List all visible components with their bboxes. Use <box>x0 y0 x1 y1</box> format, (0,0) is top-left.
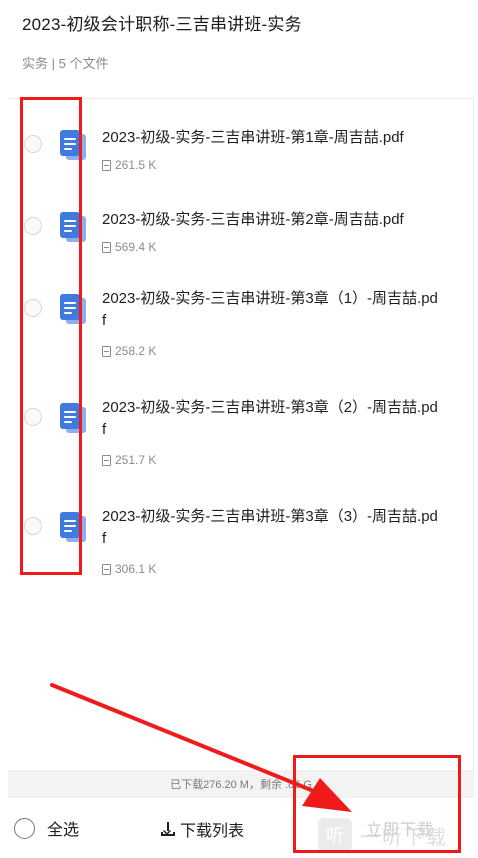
file-size-icon <box>102 563 111 575</box>
select-all-toggle[interactable]: 全选 <box>14 816 79 840</box>
file-size-icon <box>102 345 111 357</box>
file-size-icon <box>102 454 111 466</box>
file-name[interactable]: 2023-初级-实务-三吉串讲班-第1章-周吉喆.pdf <box>102 127 442 149</box>
download-icon <box>160 821 176 837</box>
file-size: 306.1 K <box>102 562 156 576</box>
file-name[interactable]: 2023-初级-实务-三吉串讲班-第3章（1）-周吉喆.pdf <box>102 288 442 332</box>
file-size-icon <box>102 159 111 171</box>
select-all-label[interactable]: 全选 <box>47 816 79 840</box>
page-title: 2023-初级会计职称-三吉串讲班-实务 <box>22 15 302 34</box>
file-size: 569.4 K <box>102 240 156 254</box>
file-name[interactable]: 2023-初级-实务-三吉串讲班-第2章-周吉喆.pdf <box>102 209 442 231</box>
page-subtitle: 实务 | 5 个文件 <box>22 56 109 71</box>
annotation-box-right <box>293 755 461 853</box>
file-name[interactable]: 2023-初级-实务-三吉串讲班-第3章（3）-周吉喆.pdf <box>102 506 442 550</box>
file-size: 261.5 K <box>102 158 156 172</box>
annotation-box-left <box>20 97 82 575</box>
header: 2023-初级会计职称-三吉串讲班-实务 实务 | 5 个文件 <box>0 0 478 98</box>
download-list-button[interactable]: 下载列表 <box>160 817 244 841</box>
file-size: 258.2 K <box>102 344 156 358</box>
file-name[interactable]: 2023-初级-实务-三吉串讲班-第3章（2）-周吉喆.pdf <box>102 397 442 441</box>
download-list-label[interactable]: 下载列表 <box>180 817 244 841</box>
select-all-radio-icon[interactable] <box>14 817 35 839</box>
file-size-icon <box>102 241 111 253</box>
file-size: 251.7 K <box>102 453 156 467</box>
